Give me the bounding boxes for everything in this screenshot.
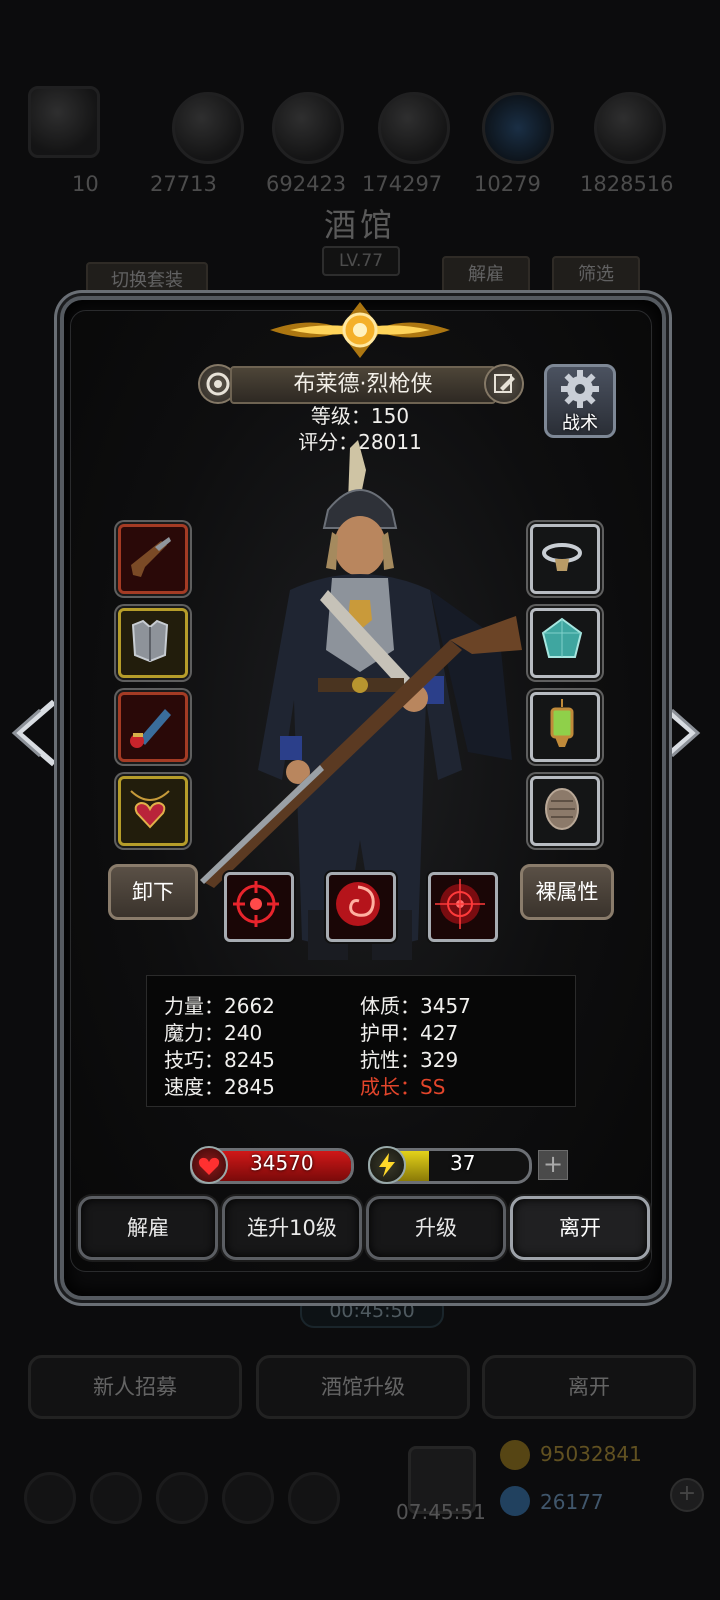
resource-value-1: 27713 — [150, 172, 217, 196]
gold-amount: 95032841 — [540, 1442, 642, 1466]
resource-value-3: 174297 — [362, 172, 443, 196]
ring-icon — [542, 543, 582, 571]
previous-hero-arrow-icon[interactable] — [10, 698, 60, 768]
leave-button[interactable]: 离开 — [510, 1196, 650, 1260]
crosshair-skill-icon — [233, 881, 279, 927]
lightning-icon — [368, 1146, 406, 1184]
equip-slot-relic[interactable] — [530, 776, 600, 846]
resource-icon-4 — [482, 92, 554, 164]
scroll-icon — [130, 709, 171, 748]
tavern-title: 酒馆 — [323, 206, 396, 244]
hp-value: 34570 — [250, 1151, 314, 1175]
leave-tavern-button[interactable]: 离开 — [482, 1355, 696, 1419]
gem-amount: 26177 — [540, 1490, 604, 1514]
stat-growth: 成长：SS — [360, 1075, 446, 1099]
tavern-upgrade-button[interactable]: 酒馆升级 — [256, 1355, 470, 1419]
tactics-label: 战术 — [562, 413, 598, 434]
level-up-10-button[interactable]: 连升10级 — [222, 1196, 362, 1260]
gear-icon — [561, 370, 599, 408]
stone-shell-icon — [545, 788, 579, 830]
chest-armor-icon — [131, 619, 169, 663]
equip-slot-ring[interactable] — [530, 524, 600, 594]
resource-value-5: 1828516 — [580, 172, 674, 196]
equip-slot-armor[interactable] — [118, 608, 188, 678]
gift-timer: 07:45:51 — [396, 1500, 486, 1524]
skill-slot-3[interactable] — [428, 872, 498, 942]
menu-icon-1[interactable] — [24, 1472, 76, 1524]
equip-slot-scroll[interactable] — [118, 692, 188, 762]
stat-constitution: 体质：3457 — [360, 994, 471, 1018]
unequip-button[interactable]: 卸下 — [108, 864, 198, 920]
stat-resistance: 抗性：329 — [360, 1048, 459, 1072]
resource-icon-3 — [378, 92, 450, 164]
dismiss-hero-button[interactable]: 解雇 — [78, 1196, 218, 1260]
add-energy-button[interactable]: + — [538, 1150, 568, 1180]
filter-tab[interactable]: 筛选 — [552, 256, 640, 294]
target-skill-icon — [435, 879, 485, 929]
gold-icon — [500, 1440, 530, 1470]
resource-icon-1 — [172, 92, 244, 164]
skill-slot-2[interactable] — [326, 872, 396, 942]
add-gem-icon[interactable]: + — [670, 1478, 704, 1512]
stat-speed: 速度：2845 — [164, 1075, 275, 1099]
equip-slot-gem[interactable] — [530, 608, 600, 678]
stat-skill: 技巧：8245 — [164, 1048, 275, 1072]
level-up-button[interactable]: 升级 — [366, 1196, 506, 1260]
rename-button[interactable] — [484, 364, 524, 404]
crest-emblem-icon — [270, 302, 450, 358]
resource-icon-5 — [594, 92, 666, 164]
red-swirl-skill-icon — [336, 882, 380, 926]
edit-icon — [494, 374, 515, 393]
menu-icon-5[interactable] — [288, 1472, 340, 1524]
player-avatar — [28, 86, 100, 158]
recruit-button[interactable]: 新人招募 — [28, 1355, 242, 1419]
resource-value-2: 692423 — [266, 172, 347, 196]
hero-name: 布莱德·烈枪侠 — [230, 366, 496, 404]
player-level: 10 — [72, 172, 99, 196]
heart-icon — [190, 1146, 228, 1184]
stat-strength: 力量：2662 — [164, 994, 275, 1018]
menu-icon-2[interactable] — [90, 1472, 142, 1524]
pistol-icon — [131, 537, 171, 577]
skill-slot-1[interactable] — [224, 872, 294, 942]
gem-icon — [541, 617, 583, 658]
dismiss-tab[interactable]: 解雇 — [442, 256, 530, 294]
stat-armor: 护甲：427 — [360, 1021, 459, 1045]
menu-icon-3[interactable] — [156, 1472, 208, 1524]
equip-slot-lantern[interactable] — [530, 692, 600, 762]
energy-value: 37 — [450, 1151, 476, 1175]
resource-icon-2 — [272, 92, 344, 164]
switch-set-tab[interactable]: 切换套装 — [86, 262, 208, 300]
resource-value-4: 10279 — [474, 172, 541, 196]
tactics-button[interactable]: 战术 — [544, 364, 616, 438]
heart-amulet-icon — [130, 790, 170, 829]
equip-slot-weapon[interactable] — [118, 524, 188, 594]
stat-magic: 魔力：240 — [164, 1021, 263, 1045]
lantern-icon — [550, 699, 574, 747]
tavern-level: LV.77 — [322, 246, 400, 276]
equip-slot-amulet[interactable] — [118, 776, 188, 846]
base-attributes-button[interactable]: 裸属性 — [520, 864, 614, 920]
gem-icon — [500, 1486, 530, 1516]
menu-icon-4[interactable] — [222, 1472, 274, 1524]
